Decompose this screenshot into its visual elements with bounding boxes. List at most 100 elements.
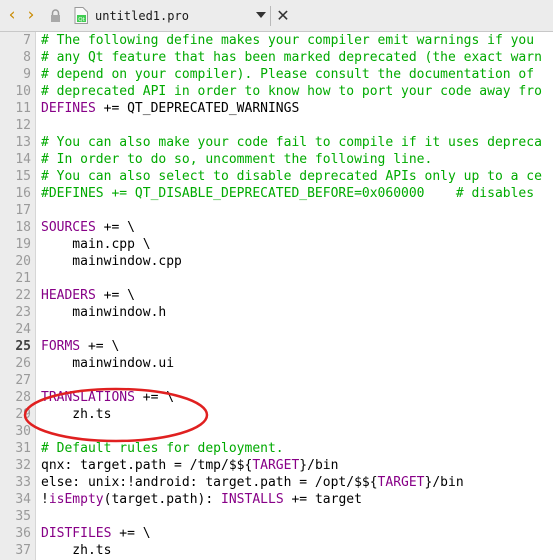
close-document-icon[interactable]: ✕ [275,6,291,26]
line-number: 8 [23,50,31,65]
code-text: mainwindow.ui [41,355,174,372]
svg-text:Qt: Qt [78,17,85,23]
code-token: }/bin [299,458,339,473]
code-token: # deprecated API in order to know how to… [41,84,542,99]
line-number: 14 [15,152,31,167]
line-number: 7 [23,33,31,48]
line-number: 23 [15,305,31,320]
line-number: 13 [15,135,31,150]
code-line[interactable]: 33 else: unix:!android: target.path = /op… [0,474,553,491]
code-token: HEADERS [41,288,96,303]
code-line[interactable]: 19 main.cpp \ [0,236,553,253]
code-text: HEADERS += \ [41,287,135,304]
line-number: 36 [15,526,31,541]
line-number: 24 [15,322,31,337]
line-number: 33 [15,475,31,490]
line-number: 15 [15,169,31,184]
code-text: # depend on your compiler). Please consu… [41,66,534,83]
code-line[interactable]: 16 #DEFINES += QT_DISABLE_DEPRECATED_BEFO… [0,185,553,202]
code-token: }/bin [424,475,464,490]
line-number: 26 [15,356,31,371]
code-token: += \ [111,526,151,541]
lock-icon [51,9,60,22]
code-text: #DEFINES += QT_DISABLE_DEPRECATED_BEFORE… [41,185,534,202]
code-token: # depend on your compiler). Please consu… [41,67,535,82]
code-line[interactable]: 36 DISTFILES += \ [0,525,553,542]
code-line[interactable]: 35 [0,508,553,525]
code-token: qnx: target.path = /tmp/$${ [41,458,253,473]
code-text: # any Qt feature that has been marked de… [41,49,542,66]
code-text: # You can also select to disable depreca… [41,168,542,185]
code-line[interactable]: 7 # The following define makes your compi… [0,32,553,49]
code-token: INSTALLS [221,492,284,507]
code-line[interactable]: 25 FORMS += \ [0,338,553,355]
code-token: += QT_DEPRECATED_WARNINGS [95,101,300,116]
code-text: main.cpp \ [41,236,151,253]
code-token: # You can also make your code fail to co… [41,135,542,150]
code-line[interactable]: 21 [0,270,553,287]
back-arrow-icon[interactable]: ‹ [3,5,21,25]
line-number: 17 [15,203,31,218]
code-text: FORMS += \ [41,338,119,355]
line-number: 25 [15,339,31,354]
code-line[interactable]: 11 DEFINES += QT_DEPRECATED_WARNINGS [0,100,553,117]
code-line[interactable]: 34 !isEmpty(target.path): INSTALLS += tar… [0,491,553,508]
forward-arrow-icon[interactable]: › [22,5,40,25]
code-line[interactable]: 9 # depend on your compiler). Please cons… [0,66,553,83]
code-text: DEFINES += QT_DEPRECATED_WARNINGS [41,100,299,117]
code-token: FORMS [41,339,81,354]
file-dropdown-icon[interactable] [256,12,266,18]
code-line[interactable]: 8 # any Qt feature that has been marked d… [0,49,553,66]
code-line[interactable]: 37 zh.ts [0,542,553,559]
code-text: # You can also make your code fail to co… [41,134,542,151]
line-number: 35 [15,509,31,524]
code-line[interactable]: 13 # You can also make your code fail to … [0,134,553,151]
code-token: TARGET [377,475,425,490]
line-number: 20 [15,254,31,269]
code-text: SOURCES += \ [41,219,135,236]
code-text: zh.ts [41,542,111,559]
open-file-name[interactable]: untitled1.pro [95,8,189,24]
code-line[interactable]: 20 mainwindow.cpp [0,253,553,270]
code-token: DISTFILES [41,526,112,541]
line-number: 32 [15,458,31,473]
code-line[interactable]: 26 mainwindow.ui [0,355,553,372]
code-token: ! [41,492,49,507]
code-line[interactable]: 23 mainwindow.h [0,304,553,321]
line-number: 10 [15,84,31,99]
code-token: isEmpty [48,492,104,507]
code-line[interactable]: 10 # deprecated API in order to know how … [0,83,553,100]
line-number: 16 [15,186,31,201]
code-token: += \ [80,339,120,354]
code-line[interactable]: 12 [0,117,553,134]
code-text: qnx: target.path = /tmp/$${TARGET}/bin [41,457,338,474]
code-line[interactable]: 32 qnx: target.path = /tmp/$${TARGET}/bin [0,457,553,474]
code-token: # any Qt feature that has been marked de… [41,50,542,65]
line-number: 34 [15,492,31,507]
code-token: mainwindow.ui [41,356,175,371]
code-token: mainwindow.cpp [41,254,182,269]
line-number: 37 [15,543,31,558]
code-token: zh.ts [41,543,112,558]
line-number: 11 [15,101,31,116]
line-number: 12 [15,118,31,133]
code-token: else: unix:!android: target.path = /opt/… [41,475,378,490]
line-number: 21 [15,271,31,286]
code-token: # You can also select to disable depreca… [41,169,542,184]
code-token: TARGET [252,458,300,473]
code-line[interactable]: 18 SOURCES += \ [0,219,553,236]
line-number: 18 [15,220,31,235]
code-token: #DEFINES += QT_DISABLE_DEPRECATED_BEFORE… [41,186,535,201]
code-line[interactable]: 24 [0,321,553,338]
code-line[interactable]: 17 [0,202,553,219]
code-line[interactable]: 14 # In order to do so, uncomment the fol… [0,151,553,168]
code-text: !isEmpty(target.path): INSTALLS += targe… [41,491,362,508]
code-token: # In order to do so, uncomment the follo… [41,152,433,167]
code-token: main.cpp \ [41,237,151,252]
code-line[interactable]: 15 # You can also select to disable depre… [0,168,553,185]
code-line[interactable]: 22 HEADERS += \ [0,287,553,304]
code-text: mainwindow.cpp [41,253,182,270]
code-editor[interactable]: 7 # The following define makes your compi… [0,32,553,559]
code-text: mainwindow.h [41,304,166,321]
code-token: += \ [95,288,135,303]
